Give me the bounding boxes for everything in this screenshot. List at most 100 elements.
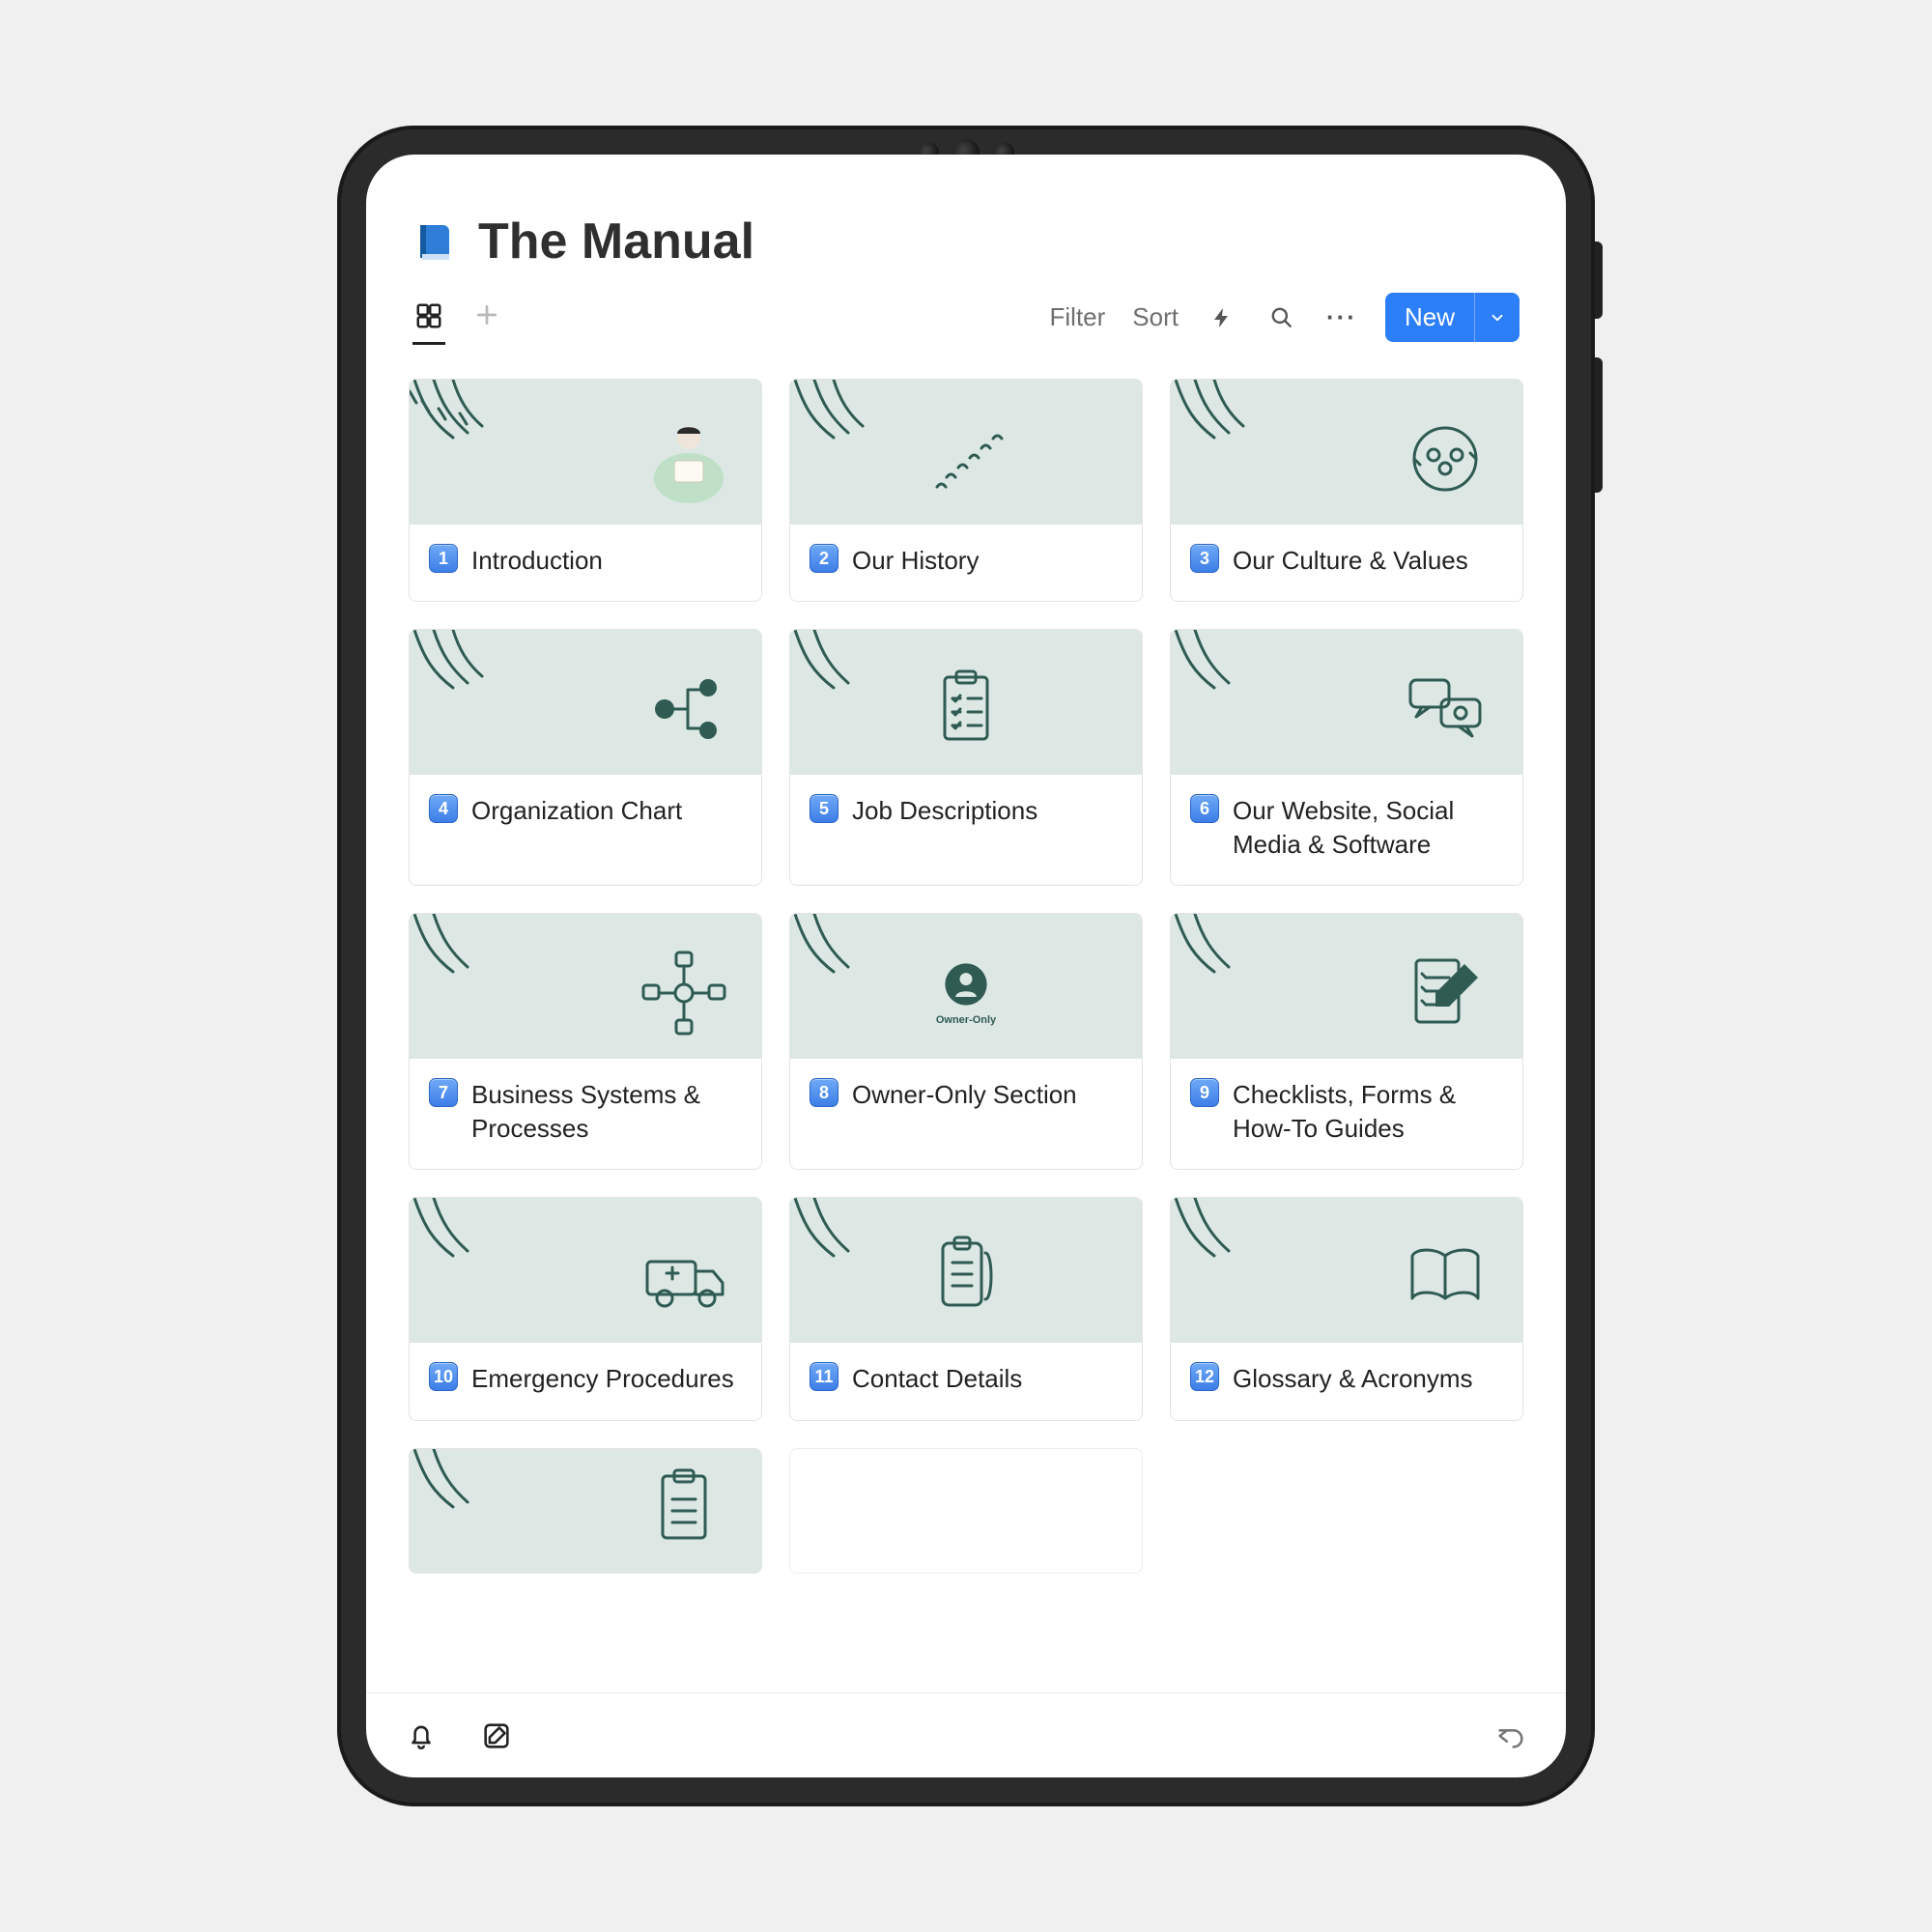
- gallery-grid: 1 Introduction 2: [409, 379, 1523, 1574]
- card-cover: [790, 630, 1142, 775]
- leaves-decoration-icon: [410, 630, 583, 717]
- card-title-row: 11 Contact Details: [790, 1343, 1142, 1419]
- card-cover: [790, 380, 1142, 525]
- gallery-card-empty[interactable]: [789, 1448, 1143, 1574]
- card-title-row: 1 Introduction: [410, 525, 761, 601]
- page-header: The Manual: [366, 155, 1566, 290]
- leaves-decoration-icon: [410, 914, 583, 1001]
- bell-icon[interactable]: [405, 1719, 438, 1752]
- leaves-decoration-icon: [1171, 1198, 1345, 1285]
- card-title: Job Descriptions: [852, 794, 1037, 828]
- card-title: Our Culture & Values: [1233, 544, 1468, 578]
- ambulance-icon: [636, 1229, 732, 1325]
- new-button-label: New: [1385, 293, 1474, 342]
- checklist-pencil-icon: [1397, 945, 1493, 1041]
- card-cover: [1171, 1198, 1522, 1343]
- card-title-row: 4 Organization Chart: [410, 775, 761, 851]
- card-title: Business Systems & Processes: [471, 1078, 742, 1146]
- card-title-row: 8 Owner-Only Section: [790, 1059, 1142, 1135]
- tablet-side-button: [1595, 357, 1603, 493]
- number-badge: 2: [810, 544, 838, 573]
- card-title: Organization Chart: [471, 794, 682, 828]
- network-nodes-icon: [636, 945, 732, 1041]
- card-title-row: 6 Our Website, Social Media & Software: [1171, 775, 1522, 885]
- card-title-row: 7 Business Systems & Processes: [410, 1059, 761, 1169]
- gallery-card[interactable]: 12 Glossary & Acronyms: [1170, 1197, 1523, 1420]
- card-title: Introduction: [471, 544, 603, 578]
- number-badge: 10: [429, 1362, 458, 1391]
- gallery-card[interactable]: Owner-Only 8 Owner-Only Section: [789, 913, 1143, 1170]
- card-title-row: 5 Job Descriptions: [790, 775, 1142, 851]
- card-cover: Owner-Only: [790, 914, 1142, 1059]
- card-title: Our History: [852, 544, 979, 578]
- card-title-row: 10 Emergency Procedures: [410, 1343, 761, 1419]
- footprints-icon: [918, 410, 1014, 506]
- gallery-card[interactable]: 9 Checklists, Forms & How-To Guides: [1170, 913, 1523, 1170]
- number-badge: 7: [429, 1078, 458, 1107]
- bottom-toolbar: [366, 1692, 1566, 1777]
- book-icon: [412, 219, 457, 264]
- sort-button[interactable]: Sort: [1132, 302, 1179, 332]
- team-cycle-icon: [1397, 411, 1493, 507]
- owner-only-icon: Owner-Only: [918, 944, 1014, 1040]
- card-cover: [1171, 380, 1522, 525]
- gallery-card[interactable]: 3 Our Culture & Values: [1170, 379, 1523, 602]
- more-icon[interactable]: ···: [1325, 301, 1358, 334]
- gallery-card[interactable]: 6 Our Website, Social Media & Software: [1170, 629, 1523, 886]
- gallery-card[interactable]: 2 Our History: [789, 379, 1143, 602]
- add-view-button[interactable]: [474, 302, 499, 333]
- number-badge: 1: [429, 544, 458, 573]
- filter-button[interactable]: Filter: [1050, 302, 1106, 332]
- person-reading-icon: [636, 411, 732, 507]
- new-button[interactable]: New: [1385, 293, 1520, 342]
- leaves-decoration-icon: [410, 1449, 583, 1536]
- card-title: Emergency Procedures: [471, 1362, 734, 1396]
- card-title: Owner-Only Section: [852, 1078, 1077, 1112]
- owner-only-caption: Owner-Only: [936, 1014, 996, 1026]
- leaves-decoration-icon: [410, 380, 583, 467]
- gallery-card[interactable]: [409, 1448, 762, 1574]
- gallery-card[interactable]: 7 Business Systems & Processes: [409, 913, 762, 1170]
- card-title-row: 3 Our Culture & Values: [1171, 525, 1522, 601]
- number-badge: 12: [1190, 1362, 1219, 1391]
- gallery-card[interactable]: 10 Emergency Procedures: [409, 1197, 762, 1420]
- card-cover: [410, 1449, 761, 1573]
- gallery-card[interactable]: 4 Organization Chart: [409, 629, 762, 886]
- undo-icon[interactable]: [1494, 1719, 1527, 1752]
- card-title-row: 12 Glossary & Acronyms: [1171, 1343, 1522, 1419]
- card-cover: [410, 380, 761, 525]
- bolt-icon[interactable]: [1206, 301, 1238, 334]
- toolbar: Filter Sort ··· New: [366, 290, 1566, 346]
- number-badge: 11: [810, 1362, 838, 1391]
- number-badge: 9: [1190, 1078, 1219, 1107]
- number-badge: 4: [429, 794, 458, 823]
- gallery-card[interactable]: 11 Contact Details: [789, 1197, 1143, 1420]
- card-cover: [410, 1198, 761, 1343]
- gallery: 1 Introduction 2: [366, 346, 1566, 1692]
- document-check-icon: [918, 660, 1014, 756]
- leaves-decoration-icon: [410, 1198, 583, 1285]
- card-cover: [1171, 914, 1522, 1059]
- screen: The Manual Filter Sort: [366, 155, 1566, 1777]
- clipboard-icon: [636, 1459, 732, 1555]
- gallery-card[interactable]: 1 Introduction: [409, 379, 762, 602]
- card-cover: [790, 1198, 1142, 1343]
- tablet-side-button: [1595, 242, 1603, 319]
- card-title-row: 2 Our History: [790, 525, 1142, 601]
- org-chart-icon: [636, 661, 732, 757]
- clipboard-contact-icon: [918, 1228, 1014, 1324]
- number-badge: 3: [1190, 544, 1219, 573]
- gallery-view-icon[interactable]: [412, 290, 445, 345]
- compose-icon[interactable]: [480, 1719, 513, 1752]
- page-title: The Manual: [478, 213, 754, 270]
- chevron-down-icon[interactable]: [1474, 293, 1520, 342]
- card-cover: [1171, 630, 1522, 775]
- ipad-frame: The Manual Filter Sort: [337, 126, 1595, 1806]
- card-cover: [410, 630, 761, 775]
- search-icon[interactable]: [1265, 301, 1298, 334]
- leaves-decoration-icon: [1171, 914, 1345, 1001]
- open-book-icon: [1397, 1229, 1493, 1325]
- card-title: Contact Details: [852, 1362, 1022, 1396]
- gallery-card[interactable]: 5 Job Descriptions: [789, 629, 1143, 886]
- card-title: Our Website, Social Media & Software: [1233, 794, 1503, 862]
